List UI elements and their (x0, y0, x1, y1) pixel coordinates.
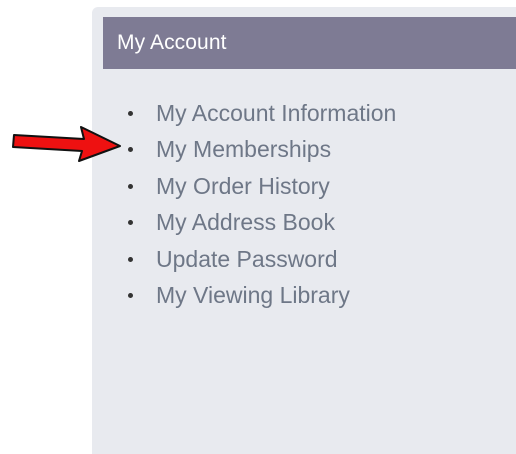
menu-item-label[interactable]: My Account Information (156, 100, 396, 127)
bullet-icon (128, 147, 133, 153)
menu-item-label[interactable]: My Viewing Library (156, 282, 350, 309)
account-menu: My Account Information My Memberships My… (128, 95, 396, 314)
bullet-icon (128, 183, 133, 189)
menu-item-account-information[interactable]: My Account Information (128, 95, 396, 132)
panel-header: My Account (103, 17, 516, 69)
bullet-icon (128, 110, 133, 116)
bullet-icon (128, 220, 133, 226)
bullet-icon (128, 293, 133, 299)
menu-item-memberships[interactable]: My Memberships (128, 132, 396, 169)
menu-item-label[interactable]: My Order History (156, 173, 330, 200)
menu-item-label[interactable]: My Memberships (156, 136, 331, 163)
menu-item-order-history[interactable]: My Order History (128, 168, 396, 205)
menu-item-label[interactable]: Update Password (156, 246, 338, 273)
screenshot-stage: My Account My Account Information My Mem… (0, 0, 516, 454)
panel-title: My Account (117, 31, 227, 54)
account-sidebar-panel: My Account My Account Information My Mem… (92, 7, 516, 454)
bullet-icon (128, 256, 133, 262)
menu-item-address-book[interactable]: My Address Book (128, 205, 396, 242)
menu-item-update-password[interactable]: Update Password (128, 241, 396, 278)
menu-item-label[interactable]: My Address Book (156, 209, 335, 236)
menu-item-viewing-library[interactable]: My Viewing Library (128, 278, 396, 315)
red-arrow-icon (12, 126, 121, 162)
